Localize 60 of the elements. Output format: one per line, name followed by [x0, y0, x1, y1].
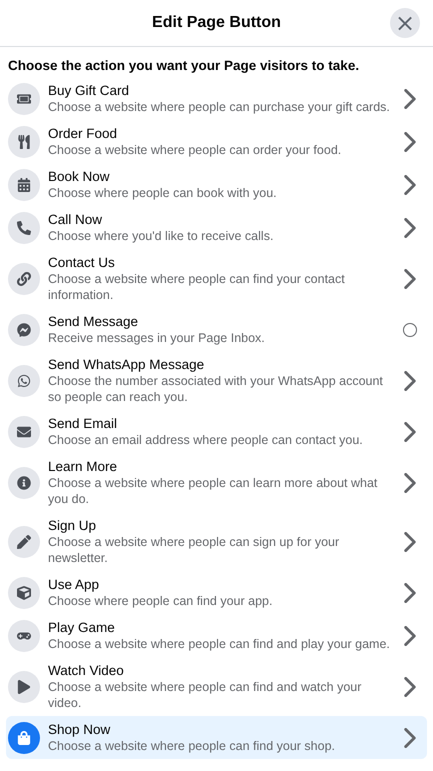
action-item[interactable]: Contact Us Choose a website where people can find your contact information. — [6, 249, 427, 308]
action-item[interactable]: Watch Video Choose a website where people can find and watch your video. — [6, 657, 427, 716]
gamepad-icon — [8, 620, 40, 652]
action-title: Call Now — [48, 211, 104, 228]
action-description: Choose where people can find your app. — [48, 593, 274, 609]
action-description: Choose a website where people can purchase your gift cards. — [48, 99, 391, 115]
prompt-text: Choose the action you want your Page visitors to take. — [7, 57, 360, 75]
play-icon — [8, 670, 40, 702]
action-description: Choose where people can book with you. — [48, 185, 278, 201]
action-title: Watch Video — [48, 662, 125, 679]
action-title: Use App — [48, 576, 100, 593]
action-description: Choose a website where people can find your shop. — [48, 738, 336, 754]
close-button[interactable]: × — [390, 8, 420, 38]
calendar-icon — [8, 168, 40, 200]
cube-icon — [8, 576, 40, 608]
action-item[interactable]: Send Email Choose an email address where people can contact you. — [6, 410, 427, 453]
action-item[interactable]: Use App Choose where people can find your app. — [6, 571, 427, 614]
action-description: Choose the number associated with your WhatsApp account so people can reach you. — [48, 373, 384, 405]
action-item[interactable]: Send Message Receive messages in your Page Inbox. — [6, 308, 427, 351]
action-item[interactable]: Sign Up Choose a website where people can sign up for your newsletter. — [6, 512, 427, 571]
messenger-icon — [8, 314, 40, 346]
action-description: Choose where you'd like to receive calls. — [48, 228, 274, 244]
action-title: Buy Gift Card — [48, 82, 130, 99]
action-description: Choose a website where people can sign up for your newsletter. — [48, 534, 340, 566]
action-item[interactable]: Play Game Choose a website where people can find and play your game. — [6, 614, 427, 657]
radio-button[interactable] — [403, 322, 417, 336]
utensils-icon — [8, 126, 40, 158]
phone-icon — [8, 212, 40, 244]
ticket-icon — [8, 82, 40, 114]
action-description: Choose an email address where people can contact you. — [48, 432, 364, 448]
action-title: Order Food — [48, 125, 118, 142]
action-description: Choose a website where people can find your contact information. — [48, 271, 346, 303]
action-item[interactable]: Learn More Choose a website where people can learn more about what you do. — [6, 453, 427, 512]
action-title: Send WhatsApp Message — [48, 356, 206, 373]
action-title: Send Email — [48, 415, 118, 432]
info-icon — [8, 466, 40, 498]
action-title: Sign Up — [48, 517, 98, 534]
action-item[interactable]: Order Food Choose a website where people can order your food. — [6, 120, 427, 163]
action-description: Receive messages in your Page Inbox. — [48, 330, 266, 346]
action-item[interactable]: Book Now Choose where people can book with you. — [6, 163, 427, 206]
pencil-icon — [8, 526, 40, 558]
action-title: Shop Now — [48, 721, 112, 738]
action-title: Play Game — [48, 619, 116, 636]
action-item[interactable]: Buy Gift Card Choose a website where people can purchase your gift cards. — [6, 77, 427, 120]
action-item[interactable]: Shop Now Choose a website where people can find your shop. — [6, 716, 427, 759]
action-description: Choose a website where people can learn more about what you do. — [48, 475, 378, 507]
whatsapp-icon — [8, 364, 40, 396]
action-title: Learn More — [48, 458, 118, 475]
action-item[interactable]: Call Now Choose where you'd like to receive calls. — [6, 206, 427, 249]
action-description: Choose a website where people can order your food. — [48, 142, 342, 158]
action-description: Choose a website where people can find and play your game. — [48, 636, 391, 652]
action-title: Book Now — [48, 168, 111, 185]
link-icon — [8, 262, 40, 294]
action-title: Contact Us — [48, 254, 116, 271]
shopping-bag-icon — [8, 722, 40, 754]
action-title: Send Message — [48, 313, 140, 330]
envelope-icon — [8, 416, 40, 448]
action-item[interactable]: Send WhatsApp Message Choose the number associated with your WhatsApp account so people can reach you. — [6, 351, 427, 410]
action-description: Choose a website where people can find and watch your video. — [48, 679, 362, 711]
dialog-title: Edit Page Button — [152, 14, 281, 32]
